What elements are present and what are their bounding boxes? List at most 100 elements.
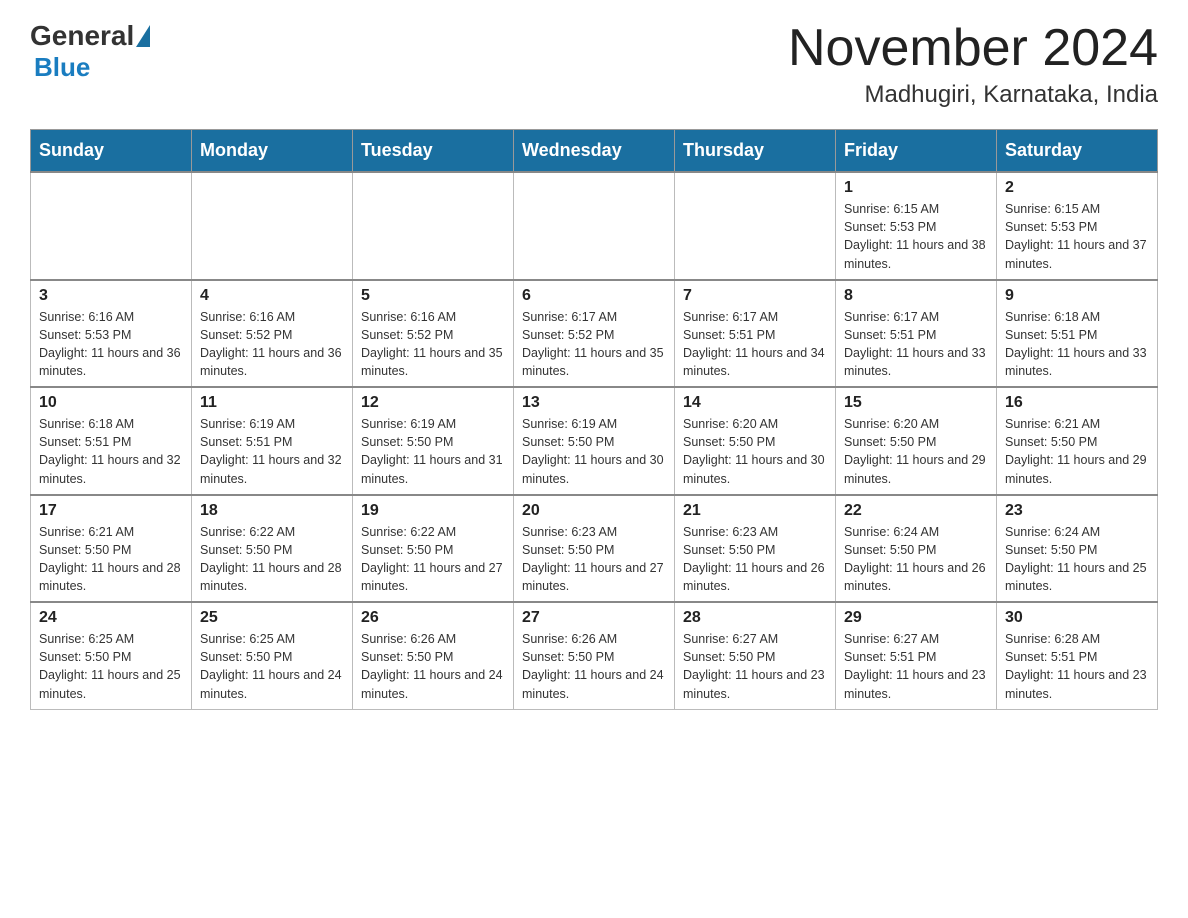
day-number: 11 bbox=[200, 394, 344, 412]
day-number: 13 bbox=[522, 394, 666, 412]
calendar-cell bbox=[675, 172, 836, 280]
calendar-week-5: 24 Sunrise: 6:25 AM Sunset: 5:50 PM Dayli… bbox=[31, 602, 1158, 709]
day-number: 29 bbox=[844, 609, 988, 627]
calendar-week-2: 3 Sunrise: 6:16 AM Sunset: 5:53 PM Daylig… bbox=[31, 280, 1158, 388]
day-info: Sunrise: 6:26 AM Sunset: 5:50 PM Dayligh… bbox=[522, 630, 666, 703]
day-info: Sunrise: 6:24 AM Sunset: 5:50 PM Dayligh… bbox=[844, 523, 988, 596]
day-number: 30 bbox=[1005, 609, 1149, 627]
day-number: 22 bbox=[844, 502, 988, 520]
day-number: 24 bbox=[39, 609, 183, 627]
page-header: General Blue November 2024 Madhugiri, Ka… bbox=[30, 20, 1158, 109]
day-info: Sunrise: 6:19 AM Sunset: 5:50 PM Dayligh… bbox=[361, 415, 505, 488]
day-info: Sunrise: 6:20 AM Sunset: 5:50 PM Dayligh… bbox=[844, 415, 988, 488]
day-number: 12 bbox=[361, 394, 505, 412]
day-info: Sunrise: 6:20 AM Sunset: 5:50 PM Dayligh… bbox=[683, 415, 827, 488]
calendar-cell: 2 Sunrise: 6:15 AM Sunset: 5:53 PM Daylig… bbox=[997, 172, 1158, 280]
calendar-week-1: 1 Sunrise: 6:15 AM Sunset: 5:53 PM Daylig… bbox=[31, 172, 1158, 280]
day-info: Sunrise: 6:21 AM Sunset: 5:50 PM Dayligh… bbox=[1005, 415, 1149, 488]
day-number: 2 bbox=[1005, 179, 1149, 197]
logo-blue-text: Blue bbox=[34, 52, 90, 83]
calendar-cell: 20 Sunrise: 6:23 AM Sunset: 5:50 PM Dayli… bbox=[514, 495, 675, 603]
day-info: Sunrise: 6:22 AM Sunset: 5:50 PM Dayligh… bbox=[361, 523, 505, 596]
day-number: 27 bbox=[522, 609, 666, 627]
day-number: 17 bbox=[39, 502, 183, 520]
day-info: Sunrise: 6:22 AM Sunset: 5:50 PM Dayligh… bbox=[200, 523, 344, 596]
day-info: Sunrise: 6:26 AM Sunset: 5:50 PM Dayligh… bbox=[361, 630, 505, 703]
day-info: Sunrise: 6:17 AM Sunset: 5:51 PM Dayligh… bbox=[683, 308, 827, 381]
day-number: 8 bbox=[844, 287, 988, 305]
day-number: 26 bbox=[361, 609, 505, 627]
day-number: 4 bbox=[200, 287, 344, 305]
calendar-cell: 22 Sunrise: 6:24 AM Sunset: 5:50 PM Dayli… bbox=[836, 495, 997, 603]
calendar-cell: 18 Sunrise: 6:22 AM Sunset: 5:50 PM Dayli… bbox=[192, 495, 353, 603]
day-number: 25 bbox=[200, 609, 344, 627]
calendar-cell: 9 Sunrise: 6:18 AM Sunset: 5:51 PM Daylig… bbox=[997, 280, 1158, 388]
calendar-cell: 21Sunrise: 6:23 AM Sunset: 5:50 PM Dayli… bbox=[675, 495, 836, 603]
day-info: Sunrise: 6:18 AM Sunset: 5:51 PM Dayligh… bbox=[1005, 308, 1149, 381]
location-subtitle: Madhugiri, Karnataka, India bbox=[788, 81, 1158, 109]
calendar-cell: 25 Sunrise: 6:25 AM Sunset: 5:50 PM Dayli… bbox=[192, 602, 353, 709]
day-info: Sunrise: 6:19 AM Sunset: 5:51 PM Dayligh… bbox=[200, 415, 344, 488]
col-saturday: Saturday bbox=[997, 130, 1158, 173]
day-number: 21 bbox=[683, 502, 827, 520]
calendar-cell bbox=[514, 172, 675, 280]
calendar-cell: 13 Sunrise: 6:19 AM Sunset: 5:50 PM Dayli… bbox=[514, 387, 675, 495]
calendar-cell: 1 Sunrise: 6:15 AM Sunset: 5:53 PM Daylig… bbox=[836, 172, 997, 280]
day-info: Sunrise: 6:21 AM Sunset: 5:50 PM Dayligh… bbox=[39, 523, 183, 596]
calendar-cell: 15 Sunrise: 6:20 AM Sunset: 5:50 PM Dayli… bbox=[836, 387, 997, 495]
day-number: 14 bbox=[683, 394, 827, 412]
calendar-cell: 10 Sunrise: 6:18 AM Sunset: 5:51 PM Dayli… bbox=[31, 387, 192, 495]
day-number: 1 bbox=[844, 179, 988, 197]
calendar-cell: 27 Sunrise: 6:26 AM Sunset: 5:50 PM Dayli… bbox=[514, 602, 675, 709]
col-monday: Monday bbox=[192, 130, 353, 173]
calendar-cell: 19 Sunrise: 6:22 AM Sunset: 5:50 PM Dayli… bbox=[353, 495, 514, 603]
day-info: Sunrise: 6:17 AM Sunset: 5:52 PM Dayligh… bbox=[522, 308, 666, 381]
day-info: Sunrise: 6:23 AM Sunset: 5:50 PM Dayligh… bbox=[522, 523, 666, 596]
day-info: Sunrise: 6:16 AM Sunset: 5:52 PM Dayligh… bbox=[361, 308, 505, 381]
calendar-week-4: 17 Sunrise: 6:21 AM Sunset: 5:50 PM Dayli… bbox=[31, 495, 1158, 603]
day-info: Sunrise: 6:18 AM Sunset: 5:51 PM Dayligh… bbox=[39, 415, 183, 488]
calendar-cell: 24 Sunrise: 6:25 AM Sunset: 5:50 PM Dayli… bbox=[31, 602, 192, 709]
calendar-cell: 28Sunrise: 6:27 AM Sunset: 5:50 PM Dayli… bbox=[675, 602, 836, 709]
col-wednesday: Wednesday bbox=[514, 130, 675, 173]
logo-triangle-icon bbox=[136, 25, 150, 47]
day-info: Sunrise: 6:15 AM Sunset: 5:53 PM Dayligh… bbox=[1005, 200, 1149, 273]
day-info: Sunrise: 6:19 AM Sunset: 5:50 PM Dayligh… bbox=[522, 415, 666, 488]
calendar-cell: 7Sunrise: 6:17 AM Sunset: 5:51 PM Daylig… bbox=[675, 280, 836, 388]
day-info: Sunrise: 6:17 AM Sunset: 5:51 PM Dayligh… bbox=[844, 308, 988, 381]
day-number: 6 bbox=[522, 287, 666, 305]
day-info: Sunrise: 6:27 AM Sunset: 5:51 PM Dayligh… bbox=[844, 630, 988, 703]
day-number: 16 bbox=[1005, 394, 1149, 412]
calendar-cell: 26 Sunrise: 6:26 AM Sunset: 5:50 PM Dayli… bbox=[353, 602, 514, 709]
calendar-cell: 5Sunrise: 6:16 AM Sunset: 5:52 PM Daylig… bbox=[353, 280, 514, 388]
day-number: 9 bbox=[1005, 287, 1149, 305]
logo-general-text: General bbox=[30, 20, 134, 52]
day-info: Sunrise: 6:15 AM Sunset: 5:53 PM Dayligh… bbox=[844, 200, 988, 273]
calendar-cell: 17 Sunrise: 6:21 AM Sunset: 5:50 PM Dayli… bbox=[31, 495, 192, 603]
calendar-cell: 16 Sunrise: 6:21 AM Sunset: 5:50 PM Dayli… bbox=[997, 387, 1158, 495]
day-number: 20 bbox=[522, 502, 666, 520]
calendar-header-row: Sunday Monday Tuesday Wednesday Thursday… bbox=[31, 130, 1158, 173]
calendar-cell: 11 Sunrise: 6:19 AM Sunset: 5:51 PM Dayli… bbox=[192, 387, 353, 495]
day-number: 15 bbox=[844, 394, 988, 412]
day-info: Sunrise: 6:24 AM Sunset: 5:50 PM Dayligh… bbox=[1005, 523, 1149, 596]
calendar-table: Sunday Monday Tuesday Wednesday Thursday… bbox=[30, 129, 1158, 710]
day-info: Sunrise: 6:25 AM Sunset: 5:50 PM Dayligh… bbox=[200, 630, 344, 703]
col-sunday: Sunday bbox=[31, 130, 192, 173]
day-number: 3 bbox=[39, 287, 183, 305]
title-block: November 2024 Madhugiri, Karnataka, Indi… bbox=[788, 20, 1158, 109]
calendar-cell bbox=[353, 172, 514, 280]
day-info: Sunrise: 6:25 AM Sunset: 5:50 PM Dayligh… bbox=[39, 630, 183, 703]
day-number: 19 bbox=[361, 502, 505, 520]
day-number: 18 bbox=[200, 502, 344, 520]
calendar-cell: 23 Sunrise: 6:24 AM Sunset: 5:50 PM Dayli… bbox=[997, 495, 1158, 603]
day-info: Sunrise: 6:27 AM Sunset: 5:50 PM Dayligh… bbox=[683, 630, 827, 703]
calendar-week-3: 10 Sunrise: 6:18 AM Sunset: 5:51 PM Dayli… bbox=[31, 387, 1158, 495]
day-number: 23 bbox=[1005, 502, 1149, 520]
calendar-cell: 8 Sunrise: 6:17 AM Sunset: 5:51 PM Daylig… bbox=[836, 280, 997, 388]
day-number: 10 bbox=[39, 394, 183, 412]
day-info: Sunrise: 6:16 AM Sunset: 5:53 PM Dayligh… bbox=[39, 308, 183, 381]
calendar-cell: 6 Sunrise: 6:17 AM Sunset: 5:52 PM Daylig… bbox=[514, 280, 675, 388]
col-thursday: Thursday bbox=[675, 130, 836, 173]
logo: General Blue bbox=[30, 20, 150, 83]
